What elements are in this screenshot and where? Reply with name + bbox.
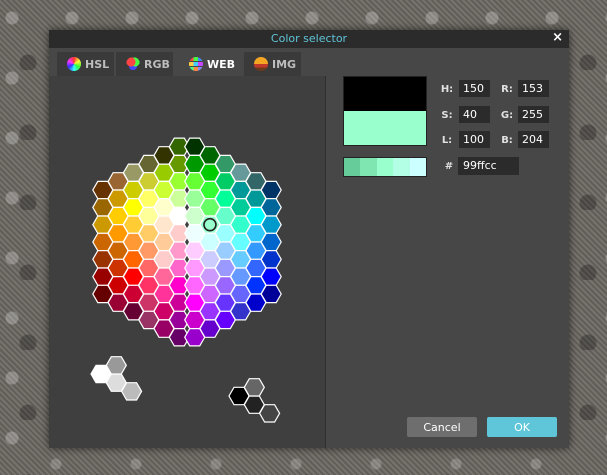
palette-color-cell[interactable]: [260, 198, 282, 217]
tab-web[interactable]: WEB: [179, 52, 243, 76]
g-label: G:: [500, 110, 514, 121]
gray-color-cell[interactable]: [120, 382, 143, 401]
tab-bar: HSL RGB WEB IMG: [57, 52, 327, 76]
tab-img-label: IMG: [272, 57, 297, 71]
hsl-wheel-icon: [67, 57, 81, 71]
l-field[interactable]: 100: [459, 131, 490, 148]
color-preview: [343, 76, 427, 146]
h-field[interactable]: 150: [459, 80, 490, 97]
s-field[interactable]: 40: [459, 106, 490, 123]
r-field[interactable]: 153: [518, 80, 549, 97]
title-bar[interactable]: Color selector ×: [49, 30, 569, 48]
b-label: B:: [501, 135, 513, 146]
shade-swatch[interactable]: [344, 158, 361, 176]
tab-hsl-label: HSL: [85, 57, 110, 71]
h-label: H:: [440, 84, 454, 95]
previous-color-swatch[interactable]: [344, 77, 426, 111]
g-field[interactable]: 255: [518, 106, 549, 123]
ok-button[interactable]: OK: [487, 417, 557, 437]
shade-swatch[interactable]: [409, 158, 427, 176]
close-icon[interactable]: ×: [552, 30, 563, 45]
web-palette-panel: [49, 76, 326, 448]
tab-hsl[interactable]: HSL: [57, 52, 114, 76]
cancel-button[interactable]: Cancel: [407, 417, 477, 437]
palette-color-cell[interactable]: [260, 180, 282, 200]
hex-palette[interactable]: [49, 76, 325, 448]
shade-swatch[interactable]: [393, 158, 410, 176]
palette-color-cell[interactable]: [260, 215, 282, 234]
hex-field[interactable]: 99ffcc: [458, 157, 519, 175]
gray-color-cell[interactable]: [258, 404, 281, 423]
new-color-swatch: [344, 111, 426, 145]
shade-swatch[interactable]: [376, 158, 394, 176]
palette-color-cell[interactable]: [260, 232, 282, 252]
gray-color-cell[interactable]: [105, 356, 127, 375]
tab-rgb[interactable]: RGB: [116, 52, 173, 76]
rgb-circles-icon: [126, 57, 140, 71]
l-label: L:: [441, 135, 453, 146]
b-field[interactable]: 204: [518, 131, 549, 148]
dialog-title: Color selector: [270, 32, 348, 45]
palette-color-cell[interactable]: [260, 267, 282, 286]
tab-rgb-label: RGB: [144, 57, 170, 71]
image-icon: [254, 57, 268, 71]
gray-color-cell[interactable]: [243, 378, 265, 397]
shade-swatch[interactable]: [360, 158, 377, 176]
color-selector-dialog: Color selector × HSL RGB WEB IMG H: 150 …: [49, 30, 569, 448]
s-label: S:: [441, 110, 453, 121]
tab-img[interactable]: IMG: [244, 52, 301, 76]
shade-strip: [343, 157, 427, 177]
palette-color-cell[interactable]: [260, 284, 282, 304]
r-label: R:: [501, 84, 513, 95]
palette-color-cell[interactable]: [260, 250, 282, 269]
web-palette-icon: [189, 57, 203, 71]
tab-web-label: WEB: [207, 57, 236, 71]
hex-label: #: [444, 161, 454, 172]
